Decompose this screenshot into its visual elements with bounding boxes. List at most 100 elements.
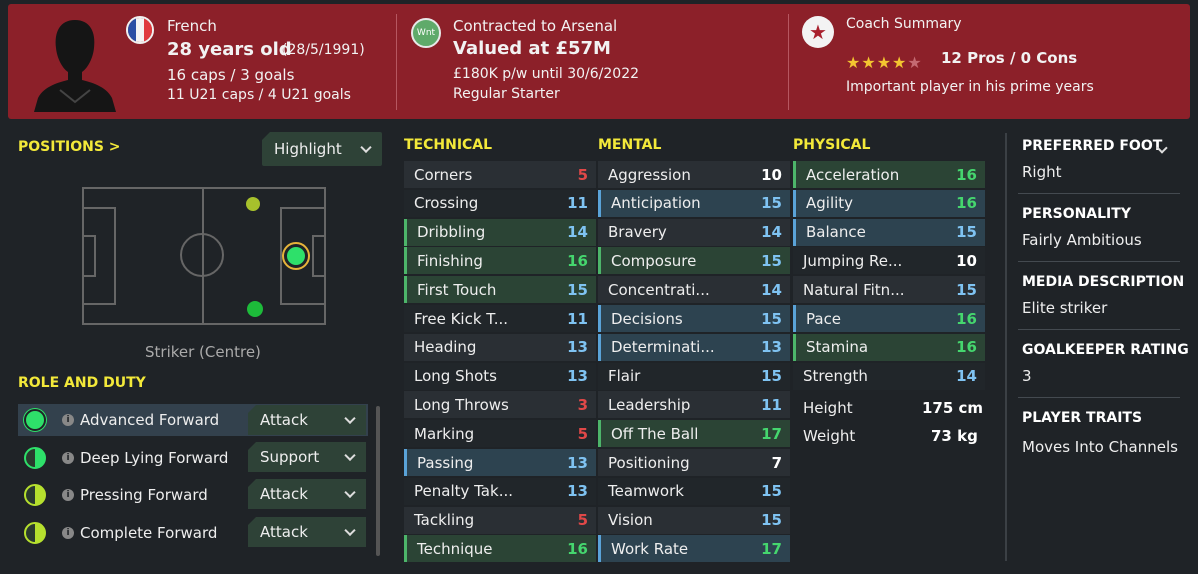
chevron-down-icon [344,449,356,462]
attribute-row[interactable]: Flair 15 [598,362,790,390]
attribute-value: 15 [761,367,782,386]
attribute-value: 13 [567,482,588,501]
attribute-row[interactable]: Jumping Re... 10 [793,247,985,275]
info-icon[interactable]: i [62,527,74,539]
role-rating-icon [24,484,46,506]
attribute-row[interactable]: Bravery 14 [598,218,790,246]
divider [1018,329,1180,330]
contract-label: Contracted to Arsenal [453,17,618,35]
attribute-name: Tackling [414,511,475,530]
position-dot-selected[interactable] [287,247,305,265]
attribute-name: Natural Fitn... [803,280,905,299]
role-row[interactable]: i Deep Lying Forward Support [18,442,368,474]
attribute-row[interactable]: Determinati... 13 [598,333,790,361]
attribute-name: Pace [806,309,842,328]
attribute-row[interactable]: Concentrati... 14 [598,276,790,304]
physical-title: PHYSICAL [793,137,871,153]
attribute-value: 16 [956,165,977,184]
media-description-label: MEDIA DESCRIPTION [1022,274,1185,290]
attribute-value: 5 [577,165,588,184]
u21-caps-goals: 11 U21 caps / 4 U21 goals [167,87,351,103]
player-traits-label: PLAYER TRAITS [1022,410,1143,426]
attribute-row[interactable]: Anticipation 15 [598,189,790,217]
attribute-row[interactable]: Technique 16 [404,535,596,563]
attribute-value: 7 [771,453,782,472]
role-row[interactable]: i Complete Forward Attack [18,517,368,549]
roles-scrollbar[interactable] [376,406,380,556]
attribute-value: 10 [761,165,782,184]
chevron-down-icon [360,141,372,154]
attribute-row[interactable]: Teamwork 15 [598,477,790,505]
attribute-value: 15 [956,223,977,242]
duty-dropdown[interactable]: Support [248,442,366,472]
attribute-row[interactable]: Decisions 15 [598,305,790,332]
attribute-row[interactable]: Work Rate 17 [598,535,790,563]
attribute-value: 15 [761,511,782,530]
attribute-name: Free Kick T... [414,309,508,328]
role-duty-title: ROLE AND DUTY [18,375,146,391]
role-name: Advanced Forward [80,411,220,429]
attribute-row[interactable]: Off The Ball 17 [598,420,790,448]
attribute-row[interactable]: Positioning 7 [598,449,790,476]
attribute-value: 13 [761,338,782,357]
attribute-row[interactable]: Vision 15 [598,506,790,534]
wanted-badge-icon: Wnt [411,18,441,48]
position-dot[interactable] [247,301,263,317]
attribute-row[interactable]: Dribbling 14 [404,218,596,246]
chevron-down-icon [344,486,356,499]
attribute-name: Concentrati... [608,280,710,299]
attribute-value: 11 [567,194,588,213]
attribute-name: Jumping Re... [803,251,903,270]
attribute-row[interactable]: Heading 13 [404,333,596,361]
role-row[interactable]: i Advanced Forward Attack [18,404,368,436]
duty-dropdown[interactable]: Attack [248,517,366,547]
attribute-value: 17 [761,424,782,443]
info-icon[interactable]: i [62,452,74,464]
attribute-row[interactable]: Finishing 16 [404,247,596,275]
pros-cons: 12 Pros / 0 Cons [941,49,1078,67]
attribute-row[interactable]: Corners 5 [404,161,596,188]
attribute-row[interactable]: Pace 16 [793,305,985,332]
duty-dropdown[interactable]: Attack [248,405,366,435]
attribute-value: 5 [577,424,588,443]
attribute-value: 15 [761,309,782,328]
position-dot[interactable] [246,197,260,211]
attribute-row[interactable]: Passing 13 [404,449,596,476]
attribute-value: 11 [567,309,588,328]
attribute-value: 10 [956,251,977,270]
attribute-name: Positioning [608,453,690,472]
attribute-row[interactable]: Acceleration 16 [793,161,985,188]
attribute-row[interactable]: Composure 15 [598,247,790,275]
attribute-row[interactable]: Natural Fitn... 15 [793,276,985,304]
positions-title[interactable]: POSITIONS > [18,139,121,155]
weight-label: Weight [803,427,856,445]
attribute-row[interactable]: Tackling 5 [404,506,596,534]
attribute-row[interactable]: Strength 14 [793,362,985,390]
attribute-name: Anticipation [611,194,701,213]
attribute-row[interactable]: Crossing 11 [404,189,596,217]
goalkeeper-rating: 3 [1022,367,1032,385]
right-goal-area [312,235,326,277]
attribute-row[interactable]: Stamina 16 [793,333,985,361]
attribute-row[interactable]: Long Shots 13 [404,362,596,390]
highlight-dropdown[interactable]: Highlight [262,132,382,166]
attribute-row[interactable]: Marking 5 [404,420,596,448]
info-icon[interactable]: i [62,414,74,426]
attribute-row[interactable]: First Touch 15 [404,276,596,304]
attribute-row[interactable]: Agility 16 [793,189,985,217]
attribute-row[interactable]: Leadership 11 [598,391,790,419]
attribute-row[interactable]: Balance 15 [793,218,985,246]
duty-dropdown[interactable]: Attack [248,479,366,509]
divider [788,14,789,110]
attribute-name: Vision [608,511,653,530]
attribute-row[interactable]: Free Kick T... 11 [404,305,596,332]
attribute-row[interactable]: Long Throws 3 [404,391,596,419]
role-row[interactable]: i Pressing Forward Attack [18,479,368,511]
attribute-row[interactable]: Aggression 10 [598,161,790,188]
duty-label: Attack [260,411,308,429]
info-icon[interactable]: i [62,489,74,501]
attribute-row[interactable]: Penalty Tak... 13 [404,477,596,505]
role-rating-icon [24,522,46,544]
attribute-name: Long Shots [414,367,497,386]
attribute-value: 13 [567,338,588,357]
